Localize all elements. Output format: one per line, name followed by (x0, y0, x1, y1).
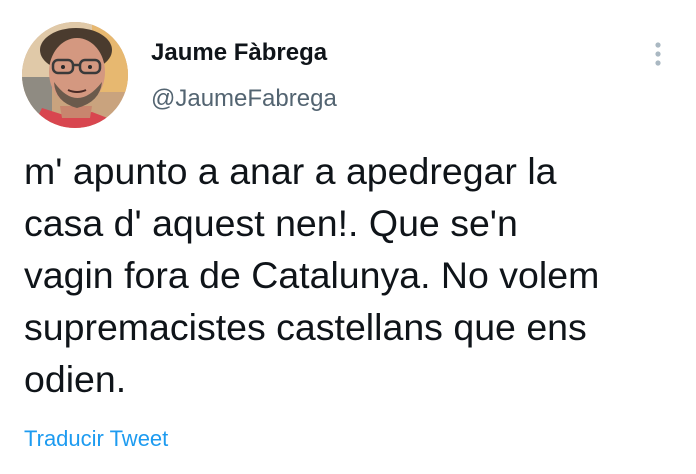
author-handle[interactable]: @JaumeFabrega (151, 82, 337, 116)
avatar[interactable] (22, 22, 128, 128)
translate-tweet-link[interactable]: Traducir Tweet (24, 424, 168, 454)
tweet-card: Jaume Fàbrega @JaumeFabrega m' apunto a … (0, 0, 696, 474)
more-options-button[interactable] (640, 36, 676, 72)
tweet-text: m' apunto a anar a apedregar la casa d' … (24, 150, 600, 400)
avatar-photo (22, 22, 128, 128)
vertical-ellipsis-icon (655, 42, 661, 66)
author-name[interactable]: Jaume Fàbrega (151, 36, 327, 70)
